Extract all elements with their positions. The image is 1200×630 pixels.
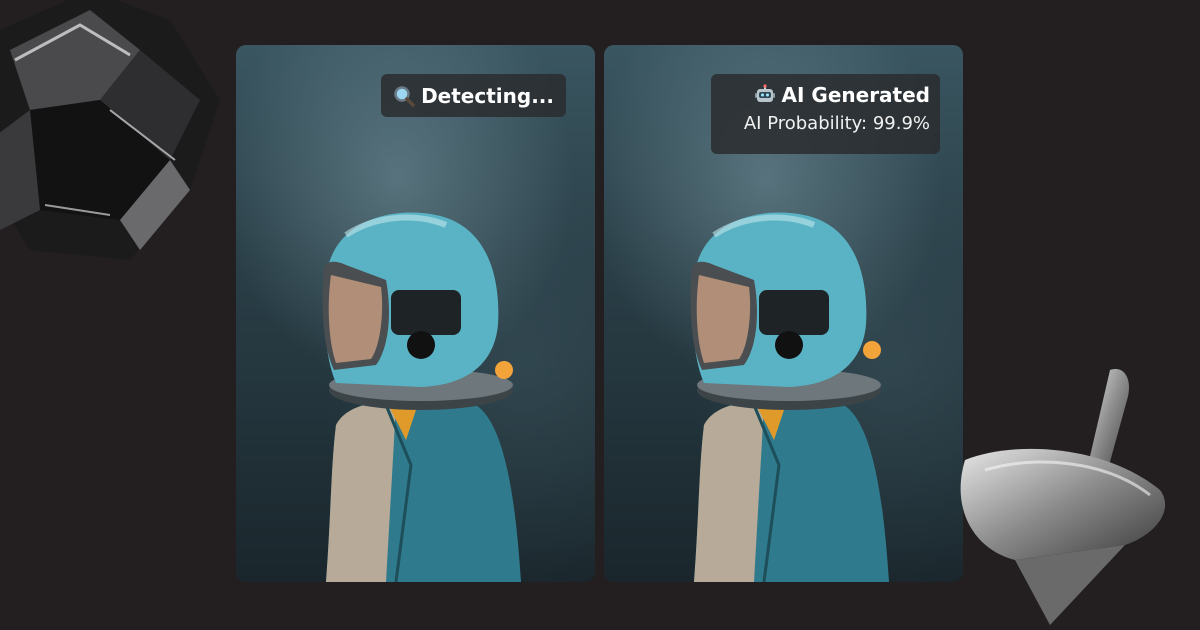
decorative-spinner-shape: [960, 369, 1166, 625]
detecting-badge: Detecting...: [381, 74, 566, 117]
ai-probability-text: AI Probability: 99.9%: [743, 113, 930, 134]
detecting-label: Detecting...: [421, 83, 554, 108]
magnifier-icon: [393, 85, 415, 107]
astronaut-photo: [322, 212, 521, 582]
ai-generated-label: AI Generated: [781, 83, 930, 107]
analyzed-image-panel: AI Generated AI Probability: 99.9%: [604, 45, 963, 582]
decorative-crystal-shape: [0, 0, 220, 260]
original-image-panel: Detecting...: [236, 45, 595, 582]
ai-result-badge: AI Generated AI Probability: 99.9%: [711, 74, 940, 154]
robot-icon: [754, 84, 776, 106]
